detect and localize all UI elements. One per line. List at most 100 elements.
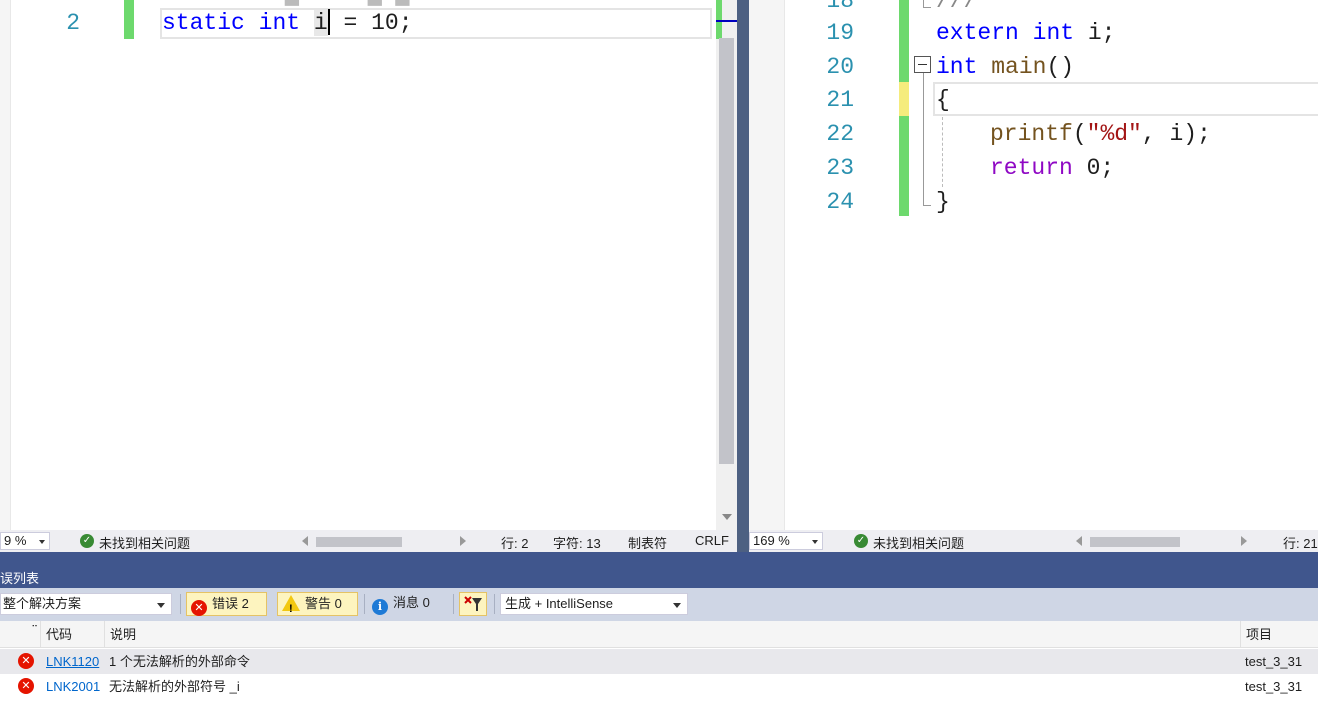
indent-guide: [942, 117, 943, 187]
build-filter-value: 生成 + IntelliSense: [505, 596, 614, 611]
warning-icon: !: [282, 595, 300, 615]
horizontal-scrollbar[interactable]: [302, 536, 466, 547]
right-gutter: [749, 0, 785, 530]
pane-splitter[interactable]: [737, 0, 749, 552]
messages-filter-button[interactable]: i 消息 0: [368, 592, 450, 616]
scroll-right-arrow-icon[interactable]: [460, 536, 466, 546]
left-vertical-scrollbar[interactable]: [716, 0, 737, 530]
function-main: main: [991, 54, 1047, 80]
column-project[interactable]: 项目: [1240, 621, 1318, 648]
clipped-previous-line: ▂ ▂ ▂: [285, 0, 409, 6]
error-row[interactable]: ✕ LNK2001 无法解析的外部符号 _i test_3_31: [0, 674, 1318, 699]
outline-end-18: [923, 0, 931, 8]
toolbar-separator: [494, 594, 495, 614]
line-number-21: 21: [826, 87, 854, 113]
eol-indicator[interactable]: CRLF: [695, 533, 729, 548]
code-line-21[interactable]: {: [936, 83, 950, 117]
issues-status[interactable]: 未找到相关问题: [99, 533, 190, 552]
horizontal-scrollbar[interactable]: [1076, 536, 1248, 547]
check-circle-icon: ✓: [80, 534, 94, 548]
info-icon: i: [372, 599, 388, 615]
hscroll-thumb[interactable]: [1090, 537, 1180, 547]
current-line-highlight: [933, 82, 1318, 116]
line-number-24: 24: [826, 189, 854, 215]
chevron-down-icon: [157, 603, 165, 608]
scroll-left-arrow-icon[interactable]: [302, 536, 308, 546]
filter-toggle-button[interactable]: [459, 592, 487, 616]
error-project: test_3_31: [1245, 679, 1303, 694]
left-editor-pane[interactable]: ▂ ▂ ▂ 2 static int i = 10;: [0, 0, 737, 530]
right-status-bar: 169 % ✓ 未找到相关问题 行: 21: [749, 530, 1318, 552]
line-number: 2: [66, 10, 80, 36]
zoom-value: 169 %: [753, 533, 790, 548]
error-list-title-bar[interactable]: 误列表: [0, 552, 1318, 588]
error-icon: ✕: [18, 678, 34, 694]
scroll-thumb[interactable]: [719, 38, 734, 464]
code-rest: 0;: [1072, 155, 1115, 181]
error-list-toolbar: 整个解决方案 ✕ 错误 2 ! 警告 0 i 消息 0 生成 + IntelliSen…: [0, 588, 1318, 621]
scroll-left-arrow-icon[interactable]: [1076, 536, 1082, 546]
code-line-22[interactable]: printf("%d", i);: [990, 117, 1211, 151]
sort-icon[interactable]: ⠉: [8, 621, 40, 648]
right-editor-pane[interactable]: 18 19 20 21 22 23 24 /// extern int i; i…: [749, 0, 1318, 530]
column-description[interactable]: 说明: [104, 621, 1240, 648]
code-line-23[interactable]: return 0;: [990, 151, 1114, 185]
left-status-bar: 9 % ✓ 未找到相关问题 行: 2 字符: 13 制表符 CRLF: [0, 530, 737, 552]
zoom-combo[interactable]: 9 %: [0, 532, 50, 550]
warnings-filter-button[interactable]: ! 警告 0: [277, 592, 358, 616]
error-row[interactable]: ✕ LNK1120 1 个无法解析的外部命令 test_3_31: [0, 649, 1318, 674]
warnings-label: 警告 0: [305, 596, 342, 611]
line-indicator: 行: 2: [501, 536, 529, 551]
keyword-int: int: [258, 10, 301, 36]
left-gutter: [0, 0, 11, 530]
code-paren: (: [1072, 121, 1087, 147]
error-code-link[interactable]: LNK1120: [46, 649, 106, 674]
keyword-int: int: [936, 54, 978, 80]
code-rest: (): [1046, 54, 1075, 80]
code-rest: , i);: [1141, 121, 1211, 147]
toolbar-separator: [364, 594, 365, 614]
code-line[interactable]: static int i = 10;: [162, 6, 413, 40]
function-printf: printf: [990, 121, 1073, 147]
error-list-title: 误列表: [0, 571, 40, 586]
scope-value: 整个解决方案: [3, 596, 82, 611]
error-project: test_3_31: [1245, 654, 1303, 669]
chevron-down-icon: [673, 603, 681, 608]
line-number-19: 19: [826, 20, 854, 46]
string-literal: "%d": [1086, 121, 1142, 147]
errors-filter-button[interactable]: ✕ 错误 2: [186, 592, 267, 616]
check-circle-icon: ✓: [854, 534, 868, 548]
error-icon: ✕: [18, 653, 34, 669]
filter-x-icon: [464, 596, 482, 611]
messages-label: 消息 0: [393, 595, 430, 610]
scope-combo[interactable]: 整个解决方案: [0, 593, 172, 615]
error-icon: ✕: [191, 600, 207, 616]
outline-line: [923, 73, 924, 205]
collapse-toggle-icon[interactable]: [914, 56, 931, 73]
code-line-24[interactable]: }: [936, 185, 950, 219]
code-rest: i;: [1074, 20, 1116, 46]
error-list-header: ⠉ 代码 说明 项目: [0, 621, 1318, 648]
error-code-link[interactable]: LNK2001: [46, 674, 106, 699]
toolbar-separator: [180, 594, 181, 614]
hscroll-thumb[interactable]: [316, 537, 402, 547]
scroll-caret-marker: [716, 20, 737, 22]
line-number-20: 20: [826, 54, 854, 80]
issues-status[interactable]: 未找到相关问题: [873, 533, 964, 552]
scroll-right-arrow-icon[interactable]: [1241, 536, 1247, 546]
change-bar-bottom: [899, 116, 909, 216]
zoom-combo[interactable]: 169 %: [749, 532, 823, 550]
change-bar-modified: [899, 82, 909, 116]
code-rest: = 10;: [329, 10, 413, 36]
code-line-19[interactable]: extern int i;: [936, 16, 1115, 50]
keyword-int: int: [1032, 20, 1075, 46]
column-code[interactable]: 代码: [40, 621, 104, 648]
scroll-down-arrow-icon[interactable]: [722, 514, 732, 520]
zoom-value: 9 %: [4, 533, 27, 548]
error-description: 1 个无法解析的外部命令: [109, 654, 250, 669]
error-description: 无法解析的外部符号 _i: [109, 679, 240, 694]
code-line-20[interactable]: int main(): [936, 50, 1074, 84]
outline-end-24: [923, 205, 931, 213]
tab-indicator[interactable]: 制表符: [628, 533, 667, 552]
build-filter-combo[interactable]: 生成 + IntelliSense: [500, 593, 688, 615]
